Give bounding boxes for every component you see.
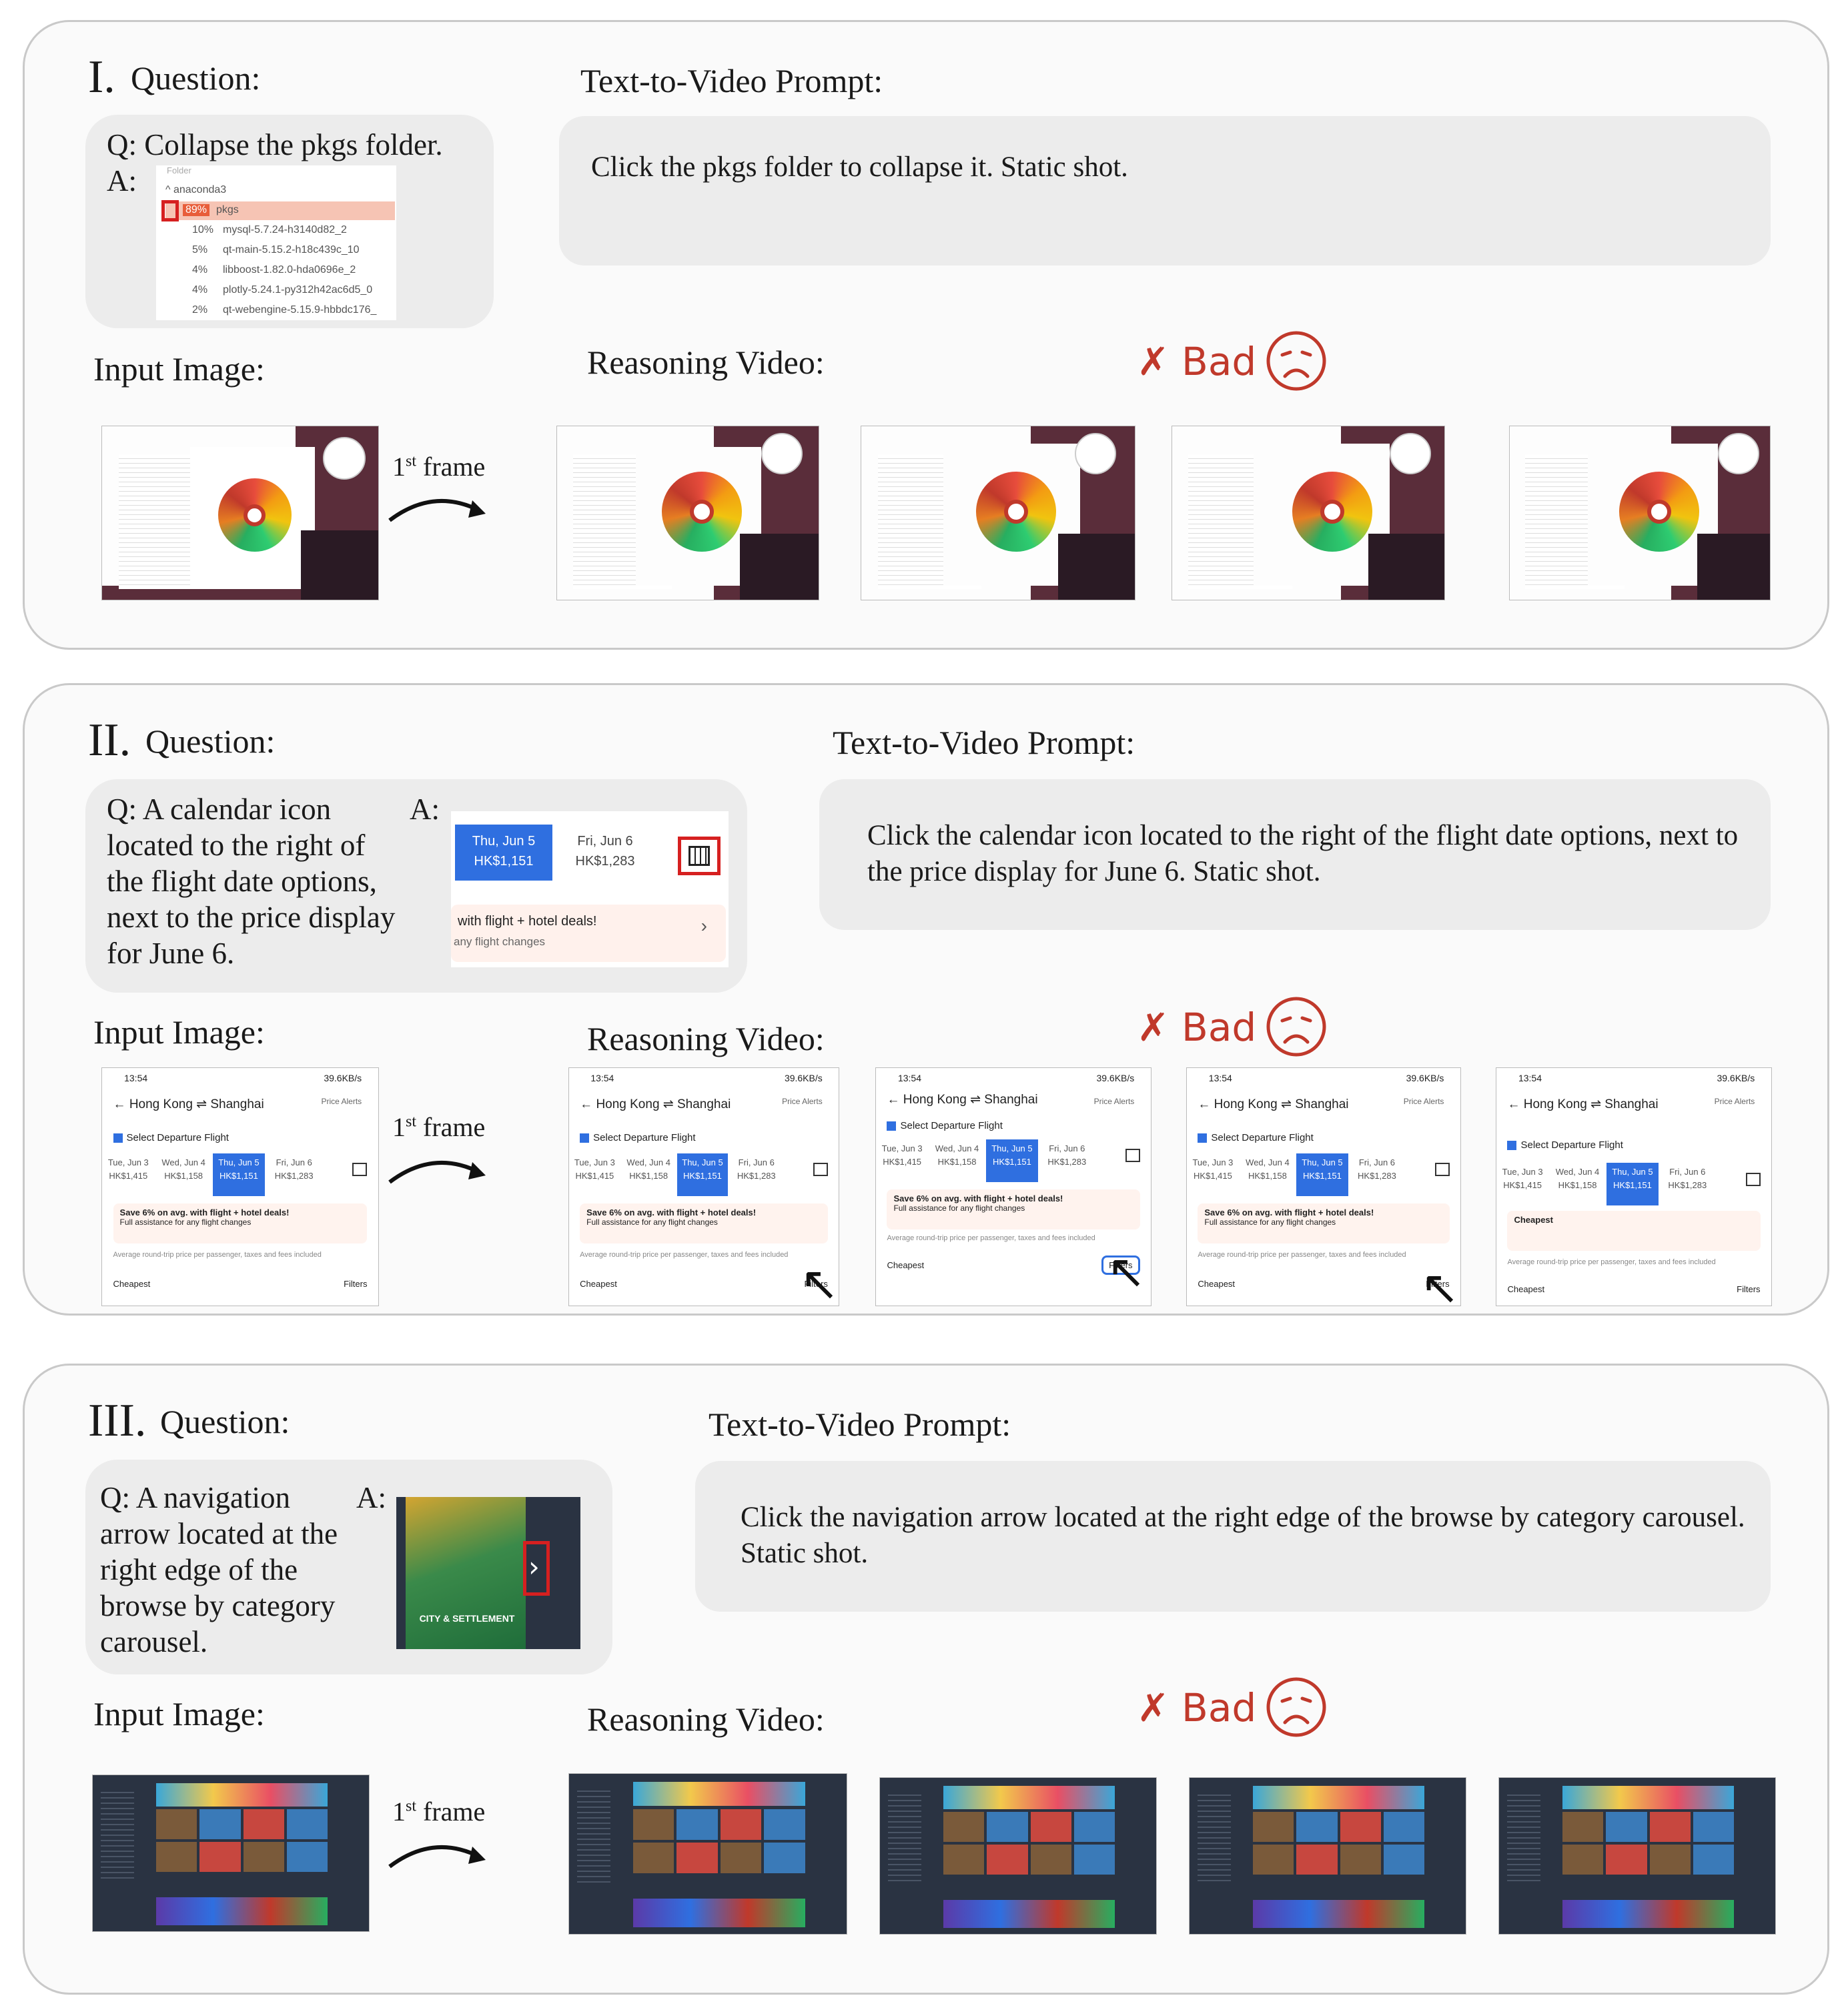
video-frame-1: 13:54 39.6KB/s ← Hong Kong ⇌ Shanghai Pri… xyxy=(568,1067,839,1306)
calendar-icon[interactable] xyxy=(1434,1163,1450,1177)
row-name: libboost-1.82.0-hda0696e_2 xyxy=(223,264,356,276)
panel-2-video-label: Reasoning Video: xyxy=(587,1020,825,1057)
video-frame-3 xyxy=(1189,1777,1466,1935)
panel-3-input-label: Input Image: xyxy=(93,1695,265,1732)
panel-2-answer-label: A: xyxy=(410,793,440,826)
frowning-face-icon xyxy=(1266,1677,1326,1737)
panel-2-prompt-text: Click the calendar icon located to the r… xyxy=(867,820,1739,887)
route-title: ← Hong Kong ⇌ Shanghai xyxy=(113,1097,264,1111)
video-frame-2: 13:54 39.6KB/s ← Hong Kong ⇌ Shanghai Pri… xyxy=(875,1067,1151,1306)
calendar-icon[interactable] xyxy=(688,846,710,866)
panel-1-question-text: Q: Collapse the pkgs folder. xyxy=(107,128,443,161)
calendar-icon[interactable] xyxy=(352,1163,368,1177)
mouse-pointer-icon: ↖ xyxy=(800,1257,839,1306)
row-pct: 5% xyxy=(192,244,208,256)
mouse-pointer-icon: ↖ xyxy=(1420,1262,1460,1306)
calendar-icon[interactable] xyxy=(1125,1149,1140,1163)
chevron-right-icon[interactable]: › xyxy=(528,1550,540,1583)
mouse-pointer-icon: ↖ xyxy=(1107,1245,1146,1298)
panel-3-prompt-text: Click the navigation arrow located at th… xyxy=(741,1502,1745,1569)
date-option[interactable]: Fri, Jun 6 HK$1,283 xyxy=(556,825,654,881)
panel-2-first-frame-label: 1st frame xyxy=(392,1112,486,1142)
panel-1-verdict: ✗ Bad xyxy=(1137,339,1257,384)
parent-folder: ^ anaconda3 xyxy=(165,184,227,195)
video-frame-1 xyxy=(568,1773,847,1935)
video-frame-2 xyxy=(879,1777,1157,1935)
panel-2-question-text: Q: A calendar icon located to the right … xyxy=(107,793,396,970)
row-name: qt-webengine-5.15.9-hbbdc176_ xyxy=(223,304,377,316)
panel-1-prompt-label: Text-to-Video Prompt: xyxy=(580,62,883,99)
panel-2-question-label: Question: xyxy=(145,722,276,760)
calendar-icon[interactable] xyxy=(813,1163,828,1177)
input-image xyxy=(92,1775,370,1932)
panel-2-answer-crop: Thu, Jun 5 HK$1,151 Fri, Jun 6 HK$1,283 … xyxy=(451,811,729,967)
row-pct: 2% xyxy=(192,304,208,316)
video-frame-3: 13:54 39.6KB/s ← Hong Kong ⇌ Shanghai Pri… xyxy=(1186,1067,1461,1306)
panel-3-first-frame-label: 1st frame xyxy=(392,1797,486,1827)
row-pct: 10% xyxy=(192,224,214,235)
panel-1-numeral: I. xyxy=(88,51,115,103)
input-image xyxy=(101,426,379,600)
panel-3-numeral: III. xyxy=(88,1395,147,1446)
curved-arrow-icon xyxy=(388,1845,486,1869)
date-option-selected[interactable]: Thu, Jun 5 HK$1,151 xyxy=(455,825,552,881)
video-frame-1 xyxy=(556,426,819,600)
panel-3-answer-crop: CITY & SETTLEMENT › xyxy=(396,1497,580,1649)
promo-banner[interactable]: with flight + hotel deals! any flight ch… xyxy=(451,905,726,962)
panel-3-question-text: Q: A navigation arrow located at the rig… xyxy=(100,1481,338,1658)
folder-header: Folder xyxy=(167,165,191,175)
video-frame-4 xyxy=(1498,1777,1776,1935)
category-tile-label: CITY & SETTLEMENT xyxy=(419,1613,515,1624)
panel-3-answer-label: A: xyxy=(356,1481,386,1514)
panel-2-verdict: ✗ Bad xyxy=(1137,1005,1257,1050)
curved-arrow-icon xyxy=(388,1161,486,1184)
row-name: plotly-5.24.1-py312h42ac6d5_0 xyxy=(223,284,373,296)
category-tile[interactable] xyxy=(406,1497,526,1649)
panel-1-video-label: Reasoning Video: xyxy=(587,344,825,381)
row-name: mysql-5.7.24-h3140d82_2 xyxy=(223,224,347,235)
panel-1-question-label: Question: xyxy=(131,59,261,97)
panel-2-numeral: II. xyxy=(88,714,131,766)
video-frame-3 xyxy=(1172,426,1445,600)
curved-arrow-icon xyxy=(388,499,486,522)
row-pct: 89% xyxy=(183,204,210,216)
frowning-face-icon xyxy=(1266,331,1326,391)
answer-highlight-box xyxy=(161,200,179,221)
panel-2-prompt-label: Text-to-Video Prompt: xyxy=(833,724,1135,761)
video-frame-4: 13:54 39.6KB/s ← Hong Kong ⇌ Shanghai Pri… xyxy=(1496,1067,1772,1306)
input-image: 13:54 39.6KB/s ← Hong Kong ⇌ Shanghai Pri… xyxy=(101,1067,379,1306)
chevron-up-icon: ^ xyxy=(165,184,171,195)
video-frame-4 xyxy=(1509,426,1771,600)
panel-1-answer-crop: Folder ^ anaconda3 89% pkgs 10% mysql-5.… xyxy=(156,165,396,320)
row-name: pkgs xyxy=(216,204,239,215)
panel-1-input-label: Input Image: xyxy=(93,350,265,388)
panel-1-first-frame-label: 1st frame xyxy=(392,452,486,482)
panel-3-video-label: Reasoning Video: xyxy=(587,1700,825,1738)
chevron-right-icon: › xyxy=(701,915,707,936)
panel-3-question-label: Question: xyxy=(160,1403,290,1440)
row-pct: 4% xyxy=(192,284,208,296)
calendar-icon[interactable] xyxy=(1745,1172,1761,1186)
row-name: qt-main-5.15.2-h18c439c_10 xyxy=(223,244,360,256)
panel-1-answer-label: A: xyxy=(107,164,137,197)
panel-2-input-label: Input Image: xyxy=(93,1013,265,1051)
row-pct: 4% xyxy=(192,264,208,276)
video-frame-2 xyxy=(861,426,1135,600)
frowning-face-icon xyxy=(1266,997,1326,1057)
panel-1-prompt-text: Click the pkgs folder to collapse it. St… xyxy=(591,151,1128,183)
panel-1-prompt-box xyxy=(559,116,1771,266)
panel-3-verdict: ✗ Bad xyxy=(1137,1685,1257,1730)
panel-3-prompt-label: Text-to-Video Prompt: xyxy=(709,1406,1011,1443)
